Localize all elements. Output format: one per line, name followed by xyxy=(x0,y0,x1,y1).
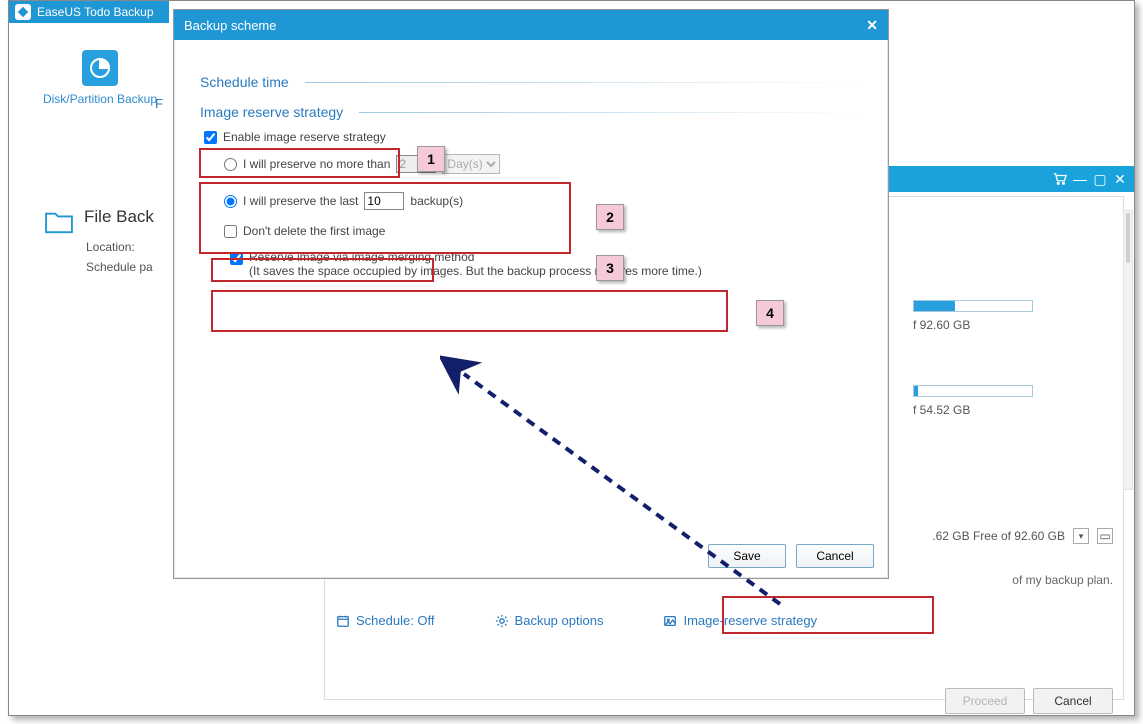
backup-options-link[interactable]: Backup options xyxy=(495,613,604,628)
window-controls-bar: — ▢ ✕ xyxy=(874,166,1134,192)
disk-icon xyxy=(82,50,118,86)
merge-method-sublabel: (It saves the space occupied by images. … xyxy=(249,264,702,278)
merge-method-option[interactable]: Reserve image via image merging method (… xyxy=(226,248,862,280)
free-space-text: .62 GB Free of 92.60 GB xyxy=(932,529,1065,543)
proceed-button[interactable]: Proceed xyxy=(945,688,1025,714)
preserve-last-radio[interactable] xyxy=(224,195,237,208)
image-reserve-section-label: Image reserve strategy xyxy=(200,104,343,120)
backup-scheme-modal: Backup scheme ✕ Schedule time Image rese… xyxy=(173,9,889,579)
location-label: Location: xyxy=(86,240,135,254)
modal-title-text: Backup scheme xyxy=(184,18,277,33)
sidebar: Disk/Partition Backup xyxy=(30,50,170,106)
cancel-button[interactable]: Cancel xyxy=(796,544,874,568)
enable-strategy-checkbox[interactable] xyxy=(204,131,217,144)
merge-method-label: Reserve image via image merging method xyxy=(249,250,702,264)
destination-line: .62 GB Free of 92.60 GB ▾ ▭ xyxy=(932,528,1113,544)
gear-icon xyxy=(495,614,509,628)
modal-close-icon[interactable]: ✕ xyxy=(866,17,878,34)
schedule-link-label: Schedule: Off xyxy=(356,613,435,628)
preserve-days-radio[interactable] xyxy=(224,158,237,171)
app-logo-icon xyxy=(15,4,31,20)
disk-size-1: f 92.60 GB xyxy=(913,318,970,332)
image-reserve-link[interactable]: Image-reserve strategy xyxy=(663,613,817,628)
preserve-last-label: I will preserve the last xyxy=(243,194,358,208)
maximize-icon[interactable]: ▢ xyxy=(1090,169,1110,189)
backup-options-label: Backup options xyxy=(515,613,604,628)
schedule-label: Schedule pa xyxy=(86,260,153,274)
footer-buttons: Proceed Cancel xyxy=(945,688,1113,714)
preserve-days-label: I will preserve no more than xyxy=(243,157,390,171)
chevron-down-icon[interactable]: ▾ xyxy=(1073,528,1089,544)
tile-label: Disk/Partition Backup xyxy=(43,92,157,106)
image-reserve-label: Image-reserve strategy xyxy=(683,613,817,628)
schedule-time-section[interactable]: Schedule time xyxy=(200,74,862,90)
disk-info-1: f 92.60 GB xyxy=(913,300,1113,332)
calendar-icon xyxy=(336,614,350,628)
schedule-link[interactable]: Schedule: Off xyxy=(336,613,435,628)
preserve-days-option[interactable]: I will preserve no more than Day(s) xyxy=(220,152,862,176)
preserve-last-input[interactable] xyxy=(364,192,404,210)
preserve-days-unit: Day(s) xyxy=(442,154,500,174)
cancel-main-button[interactable]: Cancel xyxy=(1033,688,1113,714)
browse-icon[interactable]: ▭ xyxy=(1097,528,1113,544)
disk-info-2: f 54.52 GB xyxy=(913,385,1113,417)
image-icon xyxy=(663,614,677,628)
plan-option-links: Schedule: Off Backup options Image-reser… xyxy=(336,613,817,628)
app-title: EaseUS Todo Backup xyxy=(37,5,154,19)
close-icon[interactable]: ✕ xyxy=(1110,169,1130,189)
disk-size-2: f 54.52 GB xyxy=(913,403,970,417)
minimize-icon[interactable]: — xyxy=(1070,169,1090,189)
image-reserve-section: Image reserve strategy xyxy=(200,104,862,120)
partial-text: F xyxy=(155,96,163,111)
scrollbar[interactable] xyxy=(1123,210,1133,490)
plan-title: File Back xyxy=(84,207,154,227)
preserve-last-unit: backup(s) xyxy=(410,194,463,208)
save-button[interactable]: Save xyxy=(708,544,786,568)
schedule-time-label: Schedule time xyxy=(200,74,289,90)
description-fragment: of my backup plan. xyxy=(1012,573,1113,587)
dont-delete-checkbox[interactable] xyxy=(224,225,237,238)
preserve-days-input xyxy=(396,155,436,173)
merge-method-checkbox[interactable] xyxy=(230,252,243,265)
preserve-last-option[interactable]: I will preserve the last backup(s) xyxy=(220,190,862,212)
enable-strategy-label: Enable image reserve strategy xyxy=(223,130,386,144)
dont-delete-label: Don't delete the first image xyxy=(243,224,385,238)
disk-partition-backup-tile[interactable]: Disk/Partition Backup xyxy=(43,50,157,106)
enable-strategy-option[interactable]: Enable image reserve strategy xyxy=(200,128,862,146)
modal-titlebar: Backup scheme ✕ xyxy=(174,10,888,40)
folder-icon xyxy=(44,210,74,234)
dont-delete-option[interactable]: Don't delete the first image xyxy=(220,222,862,240)
app-titlebar: EaseUS Todo Backup xyxy=(9,1,169,23)
cart-icon[interactable] xyxy=(1050,169,1070,189)
